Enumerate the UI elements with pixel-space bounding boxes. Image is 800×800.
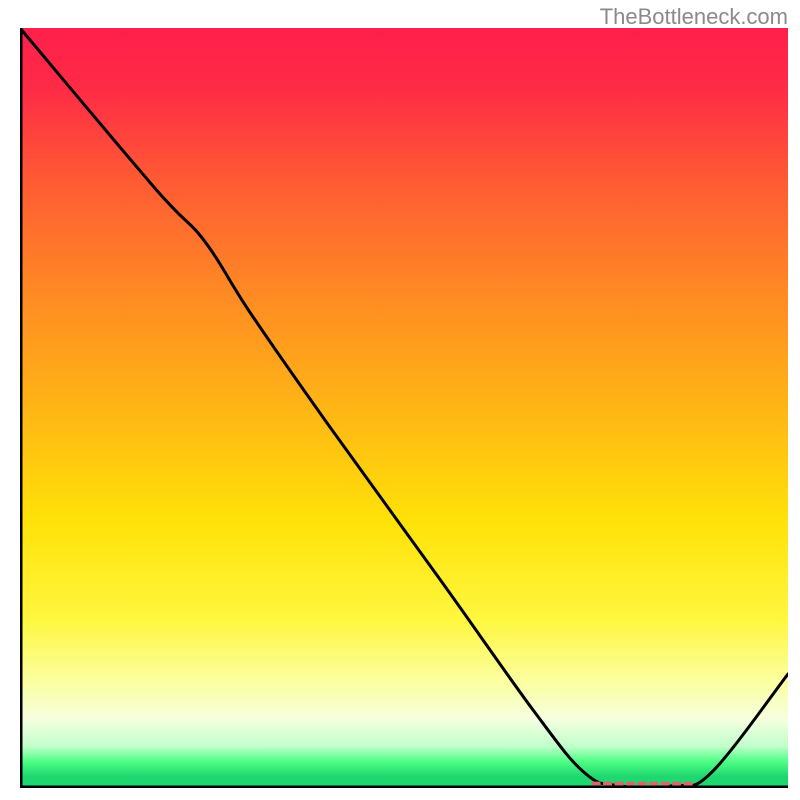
chart-svg [20, 28, 788, 788]
gradient-background [20, 28, 788, 788]
chart-container: TheBottleneck.com [0, 0, 800, 800]
attribution-text: TheBottleneck.com [600, 4, 788, 30]
plot-area [20, 28, 788, 788]
